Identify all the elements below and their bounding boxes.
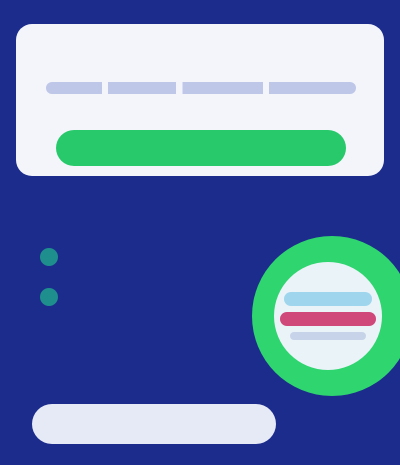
badge-band-top [284,292,372,306]
promo-title [36,46,364,68]
primary-cta-button[interactable] [56,130,346,166]
badge-band-bottom [290,332,366,340]
promo-title-text-line [46,82,356,94]
stat-row [40,248,240,266]
badge-band-middle [280,312,376,326]
stats-list [40,248,240,328]
stat-row [40,288,240,306]
status-dot-icon [40,248,58,266]
status-dot-icon [40,288,58,306]
promo-card [16,24,384,176]
badge-emblem [252,236,400,396]
secondary-button[interactable] [32,404,276,444]
badge-emblem-icon [274,262,382,370]
